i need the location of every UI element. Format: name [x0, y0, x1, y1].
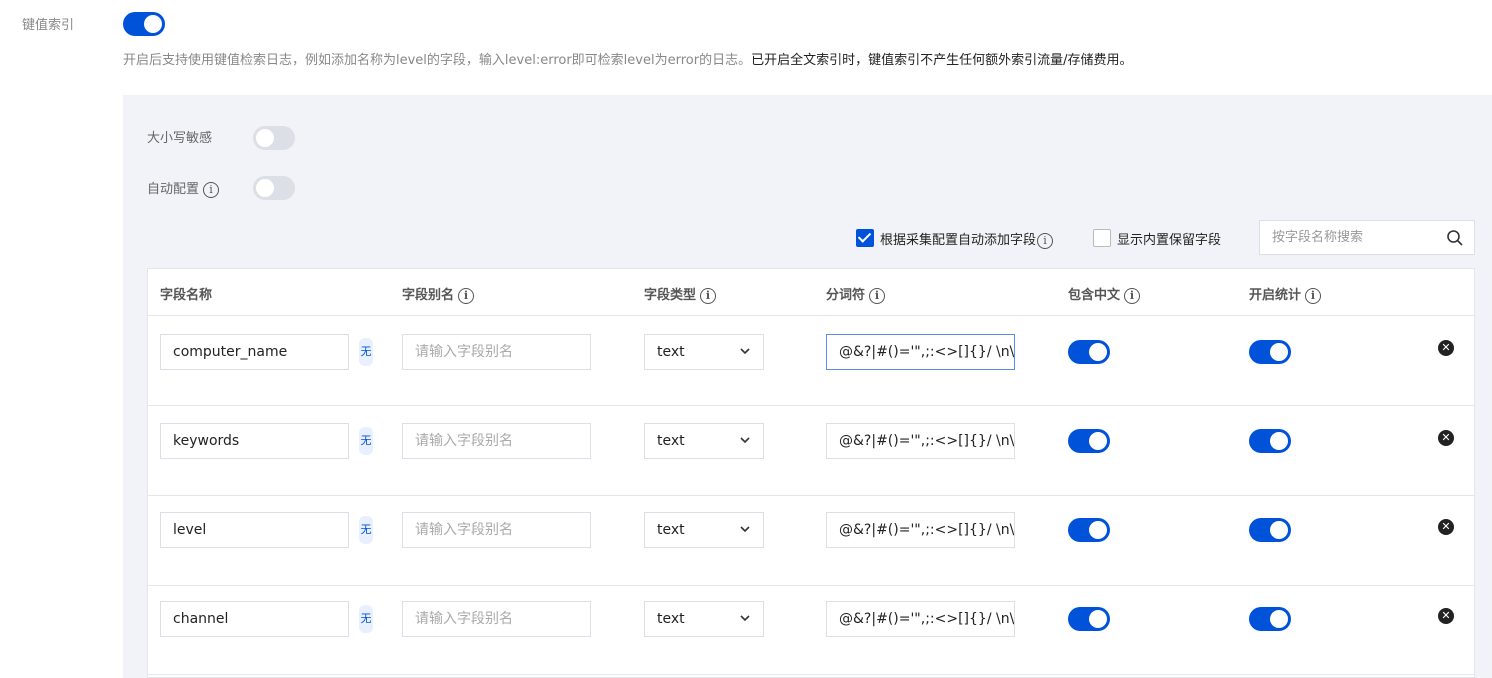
table-row: level 无 请输入字段别名 text @&?|#()='",;:<>[]{}…: [148, 496, 1474, 586]
toggle-knob: [1089, 610, 1107, 628]
header-field-name: 字段名称: [160, 288, 213, 303]
description-normal: 开启后支持使用键值检索日志，例如添加名称为level的字段，输入level:er…: [123, 53, 752, 68]
remove-row-icon[interactable]: ✕: [1438, 340, 1454, 356]
field-alias-input[interactable]: 请输入字段别名: [402, 423, 591, 459]
show-builtin-label: 显示内置保留字段: [1117, 233, 1222, 248]
auto-config-label: 自动配置 i: [147, 178, 220, 198]
toggle-knob: [1270, 343, 1288, 361]
field-type-select[interactable]: text: [644, 423, 764, 459]
header-field-alias-text: 字段别名: [402, 288, 455, 303]
header-tokenizer: 分词符 i: [826, 284, 886, 304]
field-tag[interactable]: 无: [359, 427, 373, 455]
field-name-input[interactable]: computer_name: [160, 334, 349, 370]
fields-table: 字段名称 字段别名 i 字段类型 i 分词符 i 包含中文 i 开启统计 i comput…: [147, 268, 1475, 678]
header-field-type: 字段类型 i: [644, 284, 717, 304]
chevron-down-icon: [740, 437, 750, 444]
header-field-type-text: 字段类型: [644, 288, 697, 303]
auto-add-fields-checkbox[interactable]: [856, 229, 874, 247]
stats-toggle[interactable]: [1249, 340, 1291, 364]
field-alias-input[interactable]: 请输入字段别名: [402, 334, 591, 370]
field-alias-input[interactable]: 请输入字段别名: [402, 512, 591, 548]
chevron-down-icon: [740, 615, 750, 622]
table-row: channel 无 请输入字段别名 text @&?|#()='",;:<>[]…: [148, 585, 1474, 675]
toggle-knob: [1089, 343, 1107, 361]
field-type-select[interactable]: text: [644, 601, 764, 637]
field-type-value: text: [657, 522, 685, 538]
toggle-knob: [256, 179, 274, 197]
stats-toggle[interactable]: [1249, 518, 1291, 542]
kv-index-description: 开启后支持使用键值检索日志，例如添加名称为level的字段，输入level:er…: [123, 49, 1132, 68]
stats-toggle[interactable]: [1249, 607, 1291, 631]
header-field-alias: 字段别名 i: [402, 284, 475, 304]
field-tag[interactable]: 无: [359, 338, 373, 366]
toggle-knob: [1089, 432, 1107, 450]
auto-config-toggle[interactable]: [253, 176, 295, 200]
remove-row-icon[interactable]: ✕: [1438, 430, 1454, 446]
field-tag[interactable]: 无: [359, 516, 373, 544]
remove-row-icon[interactable]: ✕: [1438, 519, 1454, 535]
info-icon[interactable]: i: [1305, 287, 1322, 304]
case-sensitive-label: 大小写敏感: [147, 131, 213, 146]
info-icon[interactable]: i: [458, 287, 475, 304]
header-stats: 开启统计 i: [1249, 284, 1322, 304]
kv-index-toggle[interactable]: [123, 12, 165, 36]
kv-index-label: 键值索引: [22, 18, 75, 33]
toggle-knob: [1270, 521, 1288, 539]
remove-row-icon[interactable]: ✕: [1438, 608, 1454, 624]
field-tag[interactable]: 无: [359, 605, 373, 633]
header-chinese-text: 包含中文: [1068, 288, 1121, 303]
toggle-knob: [1089, 521, 1107, 539]
tokenizer-input[interactable]: @&?|#()='",;:<>[]{}/ \n\t\r\\: [826, 334, 1015, 370]
auto-config-text: 自动配置: [147, 182, 200, 197]
table-row: keywords 无 请输入字段别名 text @&?|#()='",;:<>[…: [148, 406, 1474, 496]
chinese-toggle[interactable]: [1068, 429, 1110, 453]
auto-add-fields-label: 根据采集配置自动添加字段 i: [880, 229, 1054, 249]
field-type-value: text: [657, 433, 685, 449]
field-type-select[interactable]: text: [644, 512, 764, 548]
case-sensitive-toggle[interactable]: [253, 126, 295, 150]
stats-toggle[interactable]: [1249, 429, 1291, 453]
toggle-knob: [256, 129, 274, 147]
chevron-down-icon: [740, 348, 750, 355]
auto-add-fields-text: 根据采集配置自动添加字段: [880, 233, 1037, 248]
description-strong: 已开启全文索引时，键值索引不产生任何额外索引流量/存储费用。: [751, 53, 1133, 68]
field-search-box: [1259, 220, 1475, 255]
field-name-input[interactable]: channel: [160, 601, 349, 637]
show-builtin-checkbox[interactable]: [1093, 229, 1111, 247]
toggle-knob: [144, 15, 162, 33]
field-type-select[interactable]: text: [644, 334, 764, 370]
tokenizer-input[interactable]: @&?|#()='",;:<>[]{}/ \n\t\r\\: [826, 423, 1015, 459]
tokenizer-input[interactable]: @&?|#()='",;:<>[]{}/ \n\t\r\\: [826, 512, 1015, 548]
tokenizer-input[interactable]: @&?|#()='",;:<>[]{}/ \n\t\r\\: [826, 601, 1015, 637]
toggle-knob: [1270, 432, 1288, 450]
info-icon[interactable]: i: [700, 287, 717, 304]
field-name-input[interactable]: keywords: [160, 423, 349, 459]
header-chinese: 包含中文 i: [1068, 284, 1141, 304]
header-stats-text: 开启统计: [1249, 288, 1302, 303]
field-type-value: text: [657, 611, 685, 627]
chinese-toggle[interactable]: [1068, 340, 1110, 364]
search-icon[interactable]: [1446, 229, 1464, 247]
info-icon[interactable]: i: [203, 181, 220, 198]
chinese-toggle[interactable]: [1068, 518, 1110, 542]
info-icon[interactable]: i: [1037, 232, 1054, 249]
toggle-knob: [1270, 610, 1288, 628]
header-tokenizer-text: 分词符: [826, 288, 866, 303]
field-name-input[interactable]: level: [160, 512, 349, 548]
chinese-toggle[interactable]: [1068, 607, 1110, 631]
field-alias-input[interactable]: 请输入字段别名: [402, 601, 591, 637]
info-icon[interactable]: i: [869, 287, 886, 304]
info-icon[interactable]: i: [1124, 287, 1141, 304]
field-search-input[interactable]: [1260, 221, 1440, 254]
chevron-down-icon: [740, 526, 750, 533]
table-row: computer_name 无 请输入字段别名 text @&?|#()='",…: [148, 316, 1474, 406]
field-type-value: text: [657, 344, 685, 360]
